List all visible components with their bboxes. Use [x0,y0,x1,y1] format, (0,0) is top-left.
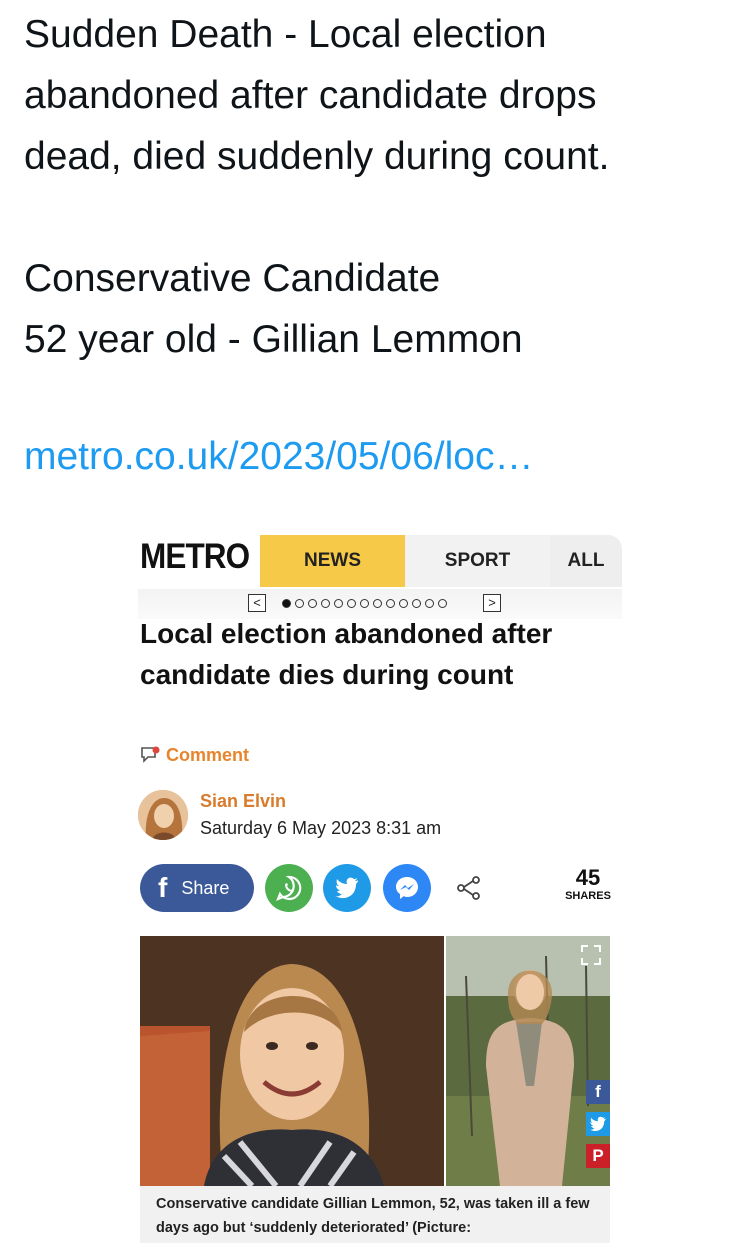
publish-date: Saturday 6 May 2023 8:31 am [200,818,442,838]
comment-label: Comment [166,744,250,765]
facebook-icon: f [158,872,168,903]
image-share-buttons: f P [586,1080,610,1176]
tweet-link[interactable]: metro.co.uk/2023/05/06/loc… [24,426,533,487]
share-bar: f Share 45 SHARES [138,864,622,914]
comment-link[interactable]: Comment [140,743,249,767]
article-screenshot-card[interactable]: METRO NEWS SPORT ALL < > Local election … [138,533,622,1243]
tweet-line: 52 year old - Gillian Lemmon [24,318,523,361]
twitter-bird-icon [335,877,358,899]
author-avatar[interactable] [138,790,188,840]
share-count-label: SHARES [565,890,611,902]
expand-icon[interactable] [580,944,602,966]
tweet-line: dead, died suddenly during count. [24,135,610,178]
messenger-share-button[interactable] [383,864,431,912]
pager-dots [282,599,447,611]
share-icon[interactable] [456,875,482,901]
pager-next-button[interactable]: > [483,594,501,612]
facebook-share-label: Share [181,877,230,898]
tweet-line: Sudden Death - Local election [24,13,547,56]
tweet-line: Conservative Candidate [24,257,441,300]
pager-dot[interactable] [438,599,447,608]
twitter-share-button[interactable] [323,864,371,912]
facebook-share-button[interactable]: f Share [140,864,254,912]
pager-dot[interactable] [308,599,317,608]
pager-dot[interactable] [282,599,291,608]
pager-dot[interactable] [334,599,343,608]
pager-dot[interactable] [295,599,304,608]
tweet-line: abandoned after candidate drops [24,74,597,117]
pager-dot[interactable] [425,599,434,608]
image-caption: Conservative candidate Gillian Lemmon, 5… [140,1186,610,1243]
share-count: 45 SHARES [558,865,618,903]
pager-prev-button[interactable]: < [248,594,266,612]
pager-dot[interactable] [412,599,421,608]
pager-dot[interactable] [347,599,356,608]
pager-dot[interactable] [386,599,395,608]
pager-dot[interactable] [360,599,369,608]
whatsapp-icon [276,875,302,901]
messenger-icon [396,877,418,899]
nav-tab-sport[interactable]: SPORT [405,535,550,587]
avatar-portrait [138,790,188,840]
image-twitter-icon[interactable] [586,1112,610,1136]
metro-logo[interactable]: METRO [140,537,250,577]
share-count-number: 45 [575,865,601,890]
pager-dot[interactable] [399,599,408,608]
nav-tab-all[interactable]: ALL [550,535,622,587]
metro-header: METRO NEWS SPORT ALL [138,533,622,587]
candidate-photo-portrait[interactable] [140,936,444,1186]
image-facebook-icon[interactable]: f [586,1080,610,1104]
article-headline: Local election abandoned after candidate… [140,618,553,690]
author-name[interactable]: Sian Elvin [200,791,286,812]
image-pinterest-icon[interactable]: P [586,1144,610,1168]
tweet-text: Sudden Death - Local election abandoned … [24,4,724,370]
pager-dot[interactable] [373,599,382,608]
whatsapp-share-button[interactable] [265,864,313,912]
comment-icon [141,746,160,763]
nav-tab-news[interactable]: NEWS [260,535,405,587]
pager-dot[interactable] [321,599,330,608]
